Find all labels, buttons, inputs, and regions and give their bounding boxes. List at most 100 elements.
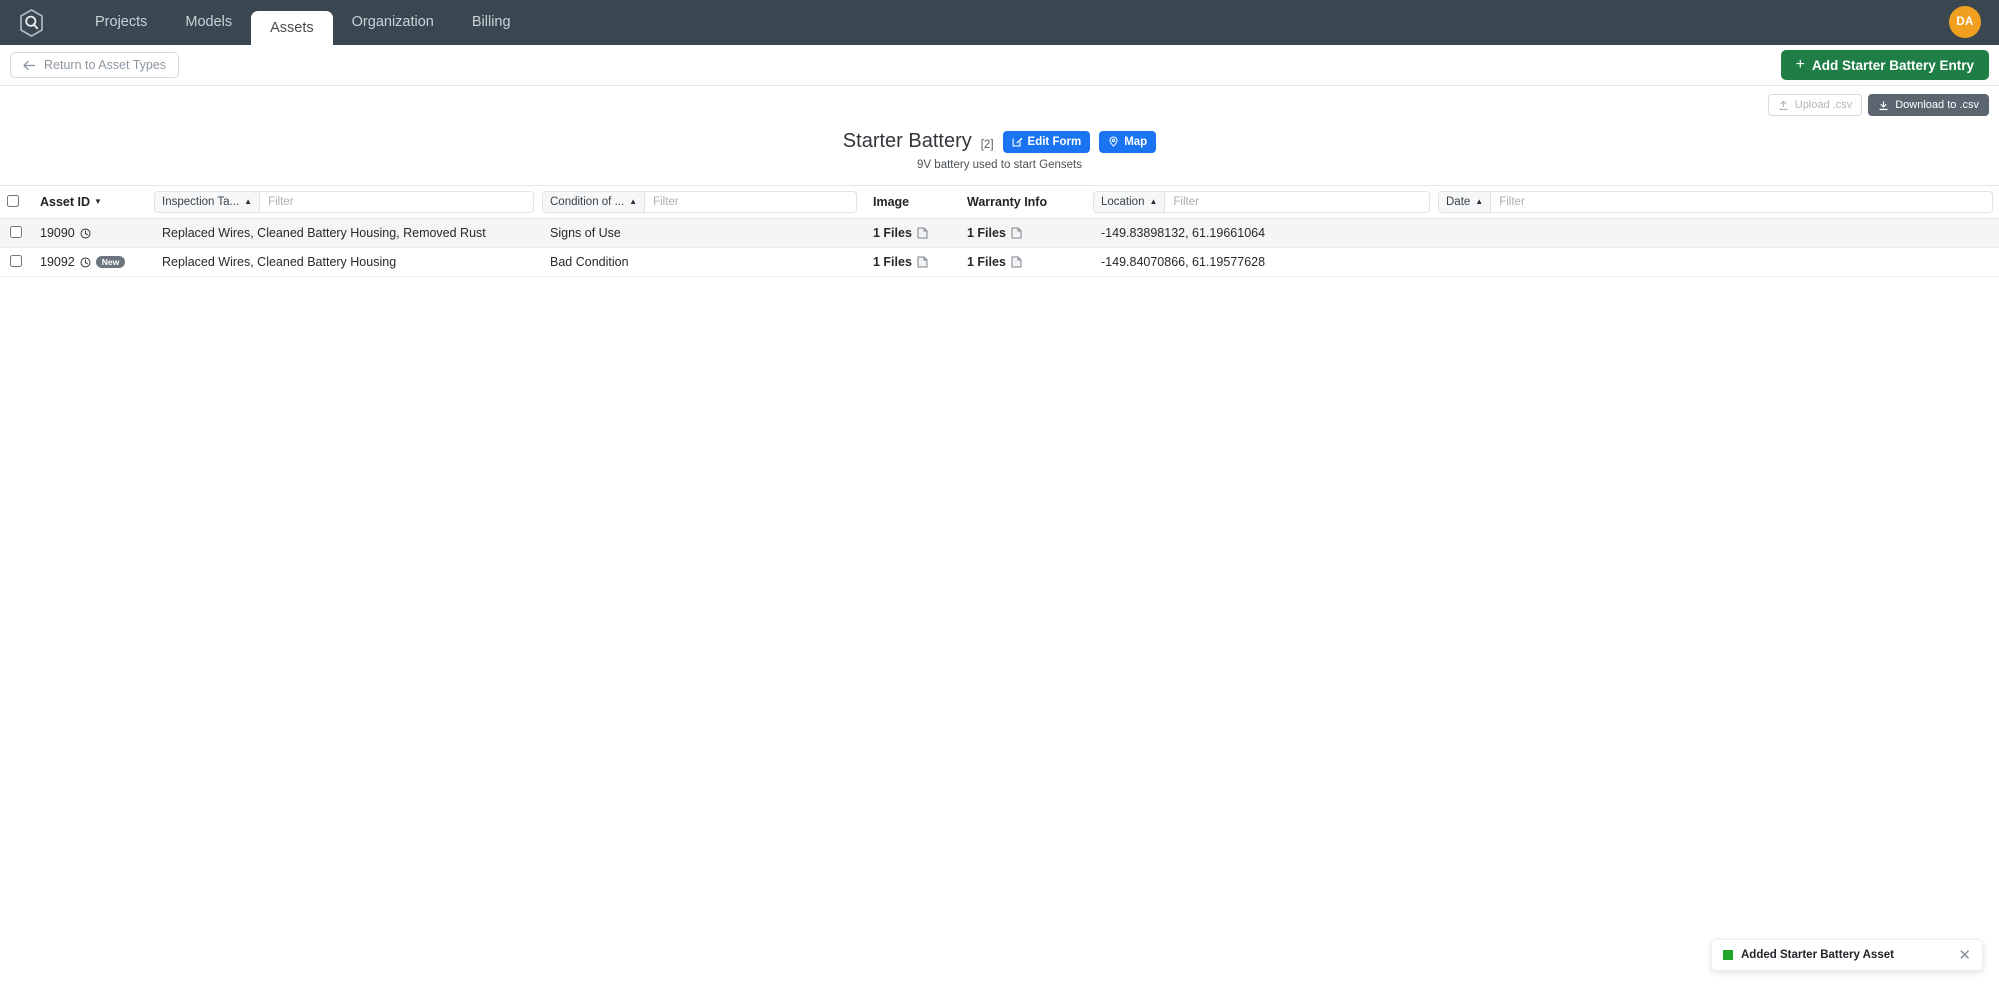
nav-tab-organization[interactable]: Organization [333,0,453,45]
file-icon[interactable] [1011,227,1022,239]
assets-table-body: 19090 Replaced Wires, Cleaned Battery Ho… [0,218,1999,277]
caret-up-icon: ▲ [1149,197,1158,206]
csv-toolbar: Upload .csv Download to .csv [0,86,1999,120]
location-column-selector[interactable]: Location ▲ [1094,192,1166,212]
close-icon[interactable]: ✕ [1958,948,1971,963]
nav-tab-assets[interactable]: Assets [251,11,333,45]
header-asset-id-label: Asset ID [40,195,91,209]
nav-tab-billing[interactable]: Billing [453,0,530,45]
condition-filter-input[interactable] [645,192,856,212]
page-title-block: Starter Battery [2] Edit Form Map 9V bat… [0,120,1999,171]
header-asset-id[interactable]: Asset ID ▼ [30,185,152,219]
add-starter-battery-entry-label: Add Starter Battery Entry [1811,57,1974,73]
page-title: Starter Battery [842,130,972,152]
inspection-column-selector[interactable]: Inspection Ta... ▲ [155,192,261,212]
file-icon[interactable] [917,256,928,268]
select-all-checkbox[interactable] [7,194,19,207]
file-icon[interactable] [1011,256,1022,268]
row-inspection-cell: Replaced Wires, Cleaned Battery Housing,… [152,218,540,248]
header-inspection: Inspection Ta... ▲ [152,185,540,219]
nav-tab-models-label: Models [185,14,233,30]
caret-up-icon: ▲ [1475,197,1484,206]
caret-down-icon: ▼ [94,197,102,206]
table-header-row: Asset ID ▼ Inspection Ta... ▲ Condition … [0,185,1999,219]
assets-table: Asset ID ▼ Inspection Ta... ▲ Condition … [0,185,1999,277]
caret-up-icon: ▲ [244,197,253,206]
nav-tab-models[interactable]: Models [166,0,251,45]
download-csv-label: Download to .csv [1895,99,1979,111]
date-filter-group: Date ▲ [1438,191,1993,213]
map-button[interactable]: Map [1099,130,1157,153]
add-starter-battery-entry-button[interactable]: + Add Starter Battery Entry [1780,50,1989,80]
caret-up-icon: ▲ [629,197,638,206]
row-condition-cell: Signs of Use [540,218,863,248]
header-condition-label: Condition of ... [550,196,625,208]
row-warranty-files-label: 1 Files [967,255,1006,269]
asset-count-badge: [2] [980,138,994,151]
row-date-cell [1436,247,1999,277]
condition-column-selector[interactable]: Condition of ... ▲ [543,192,646,212]
row-checkbox[interactable] [10,225,22,238]
row-image-cell: 1 Files [863,218,957,248]
nav-tab-projects[interactable]: Projects [76,0,166,45]
date-column-selector[interactable]: Date ▲ [1439,192,1492,212]
page-description: 9V battery used to start Gensets [917,159,1082,171]
row-asset-id-cell: 19090 [30,218,152,248]
row-image-files-label: 1 Files [873,226,912,240]
row-asset-id: 19090 [40,226,75,240]
toast-message: Added Starter Battery Asset [1741,949,1894,961]
row-location-cell: -149.84070866, 61.19577628 [1091,247,1436,277]
plus-icon: + [1795,56,1805,73]
nav-tab-list: Projects Models Assets Organization Bill… [76,0,530,45]
upload-icon [1779,100,1788,110]
header-date-label: Date [1446,196,1471,208]
toast-notification: Added Starter Battery Asset ✕ [1711,939,1983,971]
inspection-filter-group: Inspection Ta... ▲ [154,191,534,213]
header-warranty-info[interactable]: Warranty Info [957,185,1091,219]
row-location-cell: -149.83898132, 61.19661064 [1091,218,1436,248]
hexagon-q-logo-icon [19,8,43,37]
header-select-all [0,185,30,219]
upload-csv-button[interactable]: Upload .csv [1767,94,1863,116]
row-asset-id: 19092 [40,255,75,269]
status-badge: New [95,255,126,269]
return-to-asset-types-label: Return to Asset Types [44,58,167,72]
row-asset-id-cell: 19092 New [30,247,152,277]
nav-tab-organization-label: Organization [351,14,434,30]
avatar-initials: DA [1956,16,1974,28]
assets-table-container: Asset ID ▼ Inspection Ta... ▲ Condition … [0,185,1999,277]
row-condition-cell: Bad Condition [540,247,863,277]
clock-icon[interactable] [80,257,91,268]
header-location: Location ▲ [1091,185,1436,219]
location-filter-input[interactable] [1165,192,1429,212]
table-row[interactable]: 19092 New Replaced Wires, Cleaned Batter… [0,247,1999,277]
return-to-asset-types-button[interactable]: Return to Asset Types [10,52,180,78]
download-csv-button[interactable]: Download to .csv [1868,94,1989,116]
row-date-cell [1436,218,1999,248]
header-image[interactable]: Image [863,185,957,219]
nav-tab-projects-label: Projects [95,14,148,30]
header-date: Date ▲ [1436,185,1999,219]
action-bar: Return to Asset Types + Add Starter Batt… [0,45,1999,86]
row-image-files-label: 1 Files [873,255,912,269]
assets-table-head: Asset ID ▼ Inspection Ta... ▲ Condition … [0,185,1999,219]
download-icon [1879,100,1888,110]
top-navigation-bar: Projects Models Assets Organization Bill… [0,0,1999,45]
nav-tab-assets-label: Assets [270,20,314,36]
inspection-filter-input[interactable] [260,192,533,212]
table-row[interactable]: 19090 Replaced Wires, Cleaned Battery Ho… [0,218,1999,248]
map-pin-icon [1109,136,1118,147]
edit-form-button[interactable]: Edit Form [1002,130,1091,153]
file-icon[interactable] [917,227,928,239]
clock-icon[interactable] [80,228,91,239]
avatar[interactable]: DA [1949,6,1981,38]
app-logo[interactable] [8,0,54,45]
header-location-label: Location [1101,196,1145,208]
map-label: Map [1124,135,1148,148]
row-select-cell [0,218,30,248]
row-warranty-cell: 1 Files [957,247,1091,277]
edit-form-label: Edit Form [1027,135,1082,148]
row-checkbox[interactable] [10,254,22,267]
date-filter-input[interactable] [1491,192,1992,212]
condition-filter-group: Condition of ... ▲ [542,191,857,213]
